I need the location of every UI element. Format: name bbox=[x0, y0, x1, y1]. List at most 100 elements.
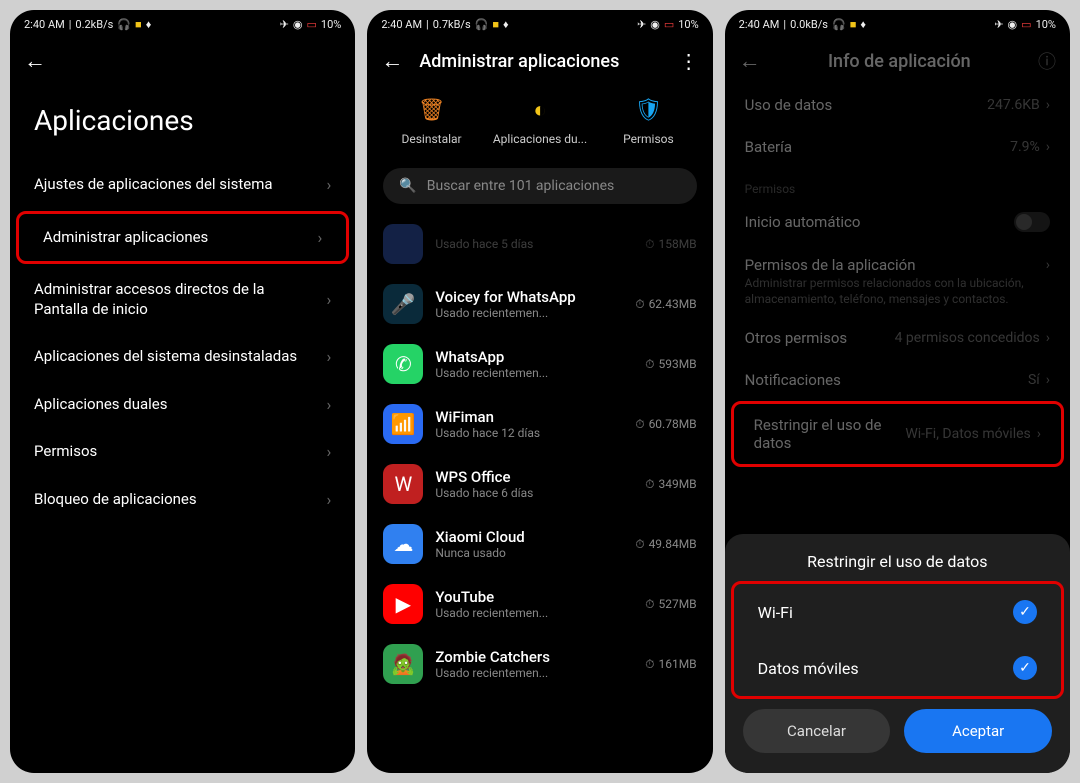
app-size: ⏱ 527MB bbox=[645, 597, 697, 612]
battery-icon: ▭ bbox=[1021, 18, 1031, 31]
airplane-icon: ✈ bbox=[994, 18, 1003, 31]
row-app-permissions[interactable]: Permisos de la aplicación › bbox=[725, 244, 1070, 276]
search-icon: 🔍 bbox=[399, 178, 416, 194]
chevron-right-icon: › bbox=[327, 290, 332, 309]
list-item-permissions[interactable]: Permisos › bbox=[10, 428, 355, 476]
status-speed: 0.2kB/s bbox=[75, 18, 113, 31]
info-icon[interactable]: ⓘ bbox=[1038, 48, 1056, 74]
list-item-uninstalled[interactable]: Aplicaciones del sistema desinstaladas › bbox=[10, 333, 355, 381]
check-icon: ✓ bbox=[1013, 600, 1037, 624]
chevron-right-icon: › bbox=[327, 175, 332, 194]
app-size: ⏱ 593MB bbox=[645, 357, 697, 372]
airplane-icon: ✈ bbox=[280, 18, 289, 31]
highlight-sheet-options: Wi-Fi ✓ Datos móviles ✓ bbox=[731, 581, 1064, 699]
header-title: Info de aplicación bbox=[777, 51, 1022, 72]
app-icon: ☁ bbox=[383, 524, 423, 564]
header: ← Administrar aplicaciones ⋮ bbox=[367, 38, 712, 84]
status-battery: 10% bbox=[678, 18, 698, 31]
row-data-usage[interactable]: Uso de datos 247.6KB › bbox=[725, 84, 1070, 126]
app-size: ⏱ 60.78MB bbox=[635, 417, 696, 432]
phone-screen-3: 2:40 AM | 0.0kB/s 🎧 ■ ♦ ✈ ◉ ▭ 10% ← Info… bbox=[725, 10, 1070, 773]
trash-icon: 🗑 bbox=[418, 96, 446, 124]
chevron-right-icon: › bbox=[318, 228, 323, 247]
accept-button[interactable]: Aceptar bbox=[904, 709, 1052, 753]
list-item-manage-apps[interactable]: Administrar aplicaciones › bbox=[19, 214, 346, 262]
more-icon[interactable]: ⋮ bbox=[679, 49, 699, 73]
status-battery: 10% bbox=[1036, 18, 1056, 31]
dual-icon: ◐ bbox=[526, 96, 554, 124]
check-icon: ✓ bbox=[1013, 656, 1037, 680]
app-list[interactable]: Usado hace 5 días ⏱ 158MB 🎤 Voicey for W… bbox=[367, 214, 712, 773]
status-bar: 2:40 AM | 0.2kB/s 🎧 ■ ♦ ✈ ◉ ▭ 10% bbox=[10, 10, 355, 38]
app-size: ⏱ 161MB bbox=[645, 657, 697, 672]
bottom-sheet: Restringir el uso de datos Wi-Fi ✓ Datos… bbox=[725, 534, 1070, 773]
header-title: Administrar aplicaciones bbox=[419, 51, 662, 72]
row-autostart[interactable]: Inicio automático bbox=[725, 200, 1070, 244]
drop-icon: ♦ bbox=[146, 18, 152, 31]
headphones-icon: 🎧 bbox=[832, 18, 846, 31]
app-row[interactable]: Usado hace 5 días ⏱ 158MB bbox=[367, 214, 712, 274]
row-notifications[interactable]: Notificaciones Sí › bbox=[725, 359, 1070, 401]
page-title: Aplicaciones bbox=[10, 84, 355, 161]
sheet-title: Restringir el uso de datos bbox=[725, 552, 1070, 581]
status-speed: 0.7kB/s bbox=[433, 18, 471, 31]
status-speed: 0.0kB/s bbox=[790, 18, 828, 31]
app-row[interactable]: 📶 WiFiman Usado hace 12 días ⏱ 60.78MB bbox=[367, 394, 712, 454]
section-permissions: Permisos bbox=[725, 168, 1070, 200]
search-placeholder: Buscar entre 101 aplicaciones bbox=[427, 178, 614, 194]
notif-icon: ■ bbox=[850, 18, 857, 31]
headphones-icon: 🎧 bbox=[117, 18, 131, 31]
status-bar: 2:40 AM | 0.7kB/s 🎧 ■ ♦ ✈ ◉ ▭ 10% bbox=[367, 10, 712, 38]
battery-icon: ▭ bbox=[307, 18, 317, 31]
list-item-system-app-settings[interactable]: Ajustes de aplicaciones del sistema › bbox=[10, 161, 355, 209]
app-size: ⏱ 158MB bbox=[645, 237, 697, 252]
sheet-option-mobile[interactable]: Datos móviles ✓ bbox=[734, 640, 1061, 696]
status-time: 2:40 AM bbox=[739, 18, 780, 31]
status-time: 2:40 AM bbox=[24, 18, 65, 31]
notif-icon: ■ bbox=[492, 18, 499, 31]
notif-icon: ■ bbox=[135, 18, 142, 31]
list-item-app-lock[interactable]: Bloqueo de aplicaciones › bbox=[10, 476, 355, 524]
app-row[interactable]: 🧟 Zombie Catchers Usado recientemen... ⏱… bbox=[367, 634, 712, 694]
uninstall-button[interactable]: 🗑 Desinstalar bbox=[382, 96, 482, 146]
header: ← Info de aplicación ⓘ bbox=[725, 38, 1070, 84]
back-icon[interactable]: ← bbox=[381, 48, 403, 74]
status-battery: 10% bbox=[321, 18, 341, 31]
header: ← bbox=[10, 38, 355, 84]
app-size: ⏱ 62.43MB bbox=[635, 297, 696, 312]
app-row[interactable]: W WPS Office Usado hace 6 días ⏱ 349MB bbox=[367, 454, 712, 514]
drop-icon: ♦ bbox=[860, 18, 866, 31]
cancel-button[interactable]: Cancelar bbox=[743, 709, 891, 753]
app-permissions-sub: Administrar permisos relacionados con la… bbox=[725, 276, 1070, 317]
app-icon: ✆ bbox=[383, 344, 423, 384]
list-item-dual-apps[interactable]: Aplicaciones duales › bbox=[10, 381, 355, 429]
highlight-restrict-data: Restringir el uso de datos Wi-Fi, Datos … bbox=[731, 401, 1064, 467]
app-row[interactable]: ✆ WhatsApp Usado recientemen... ⏱ 593MB bbox=[367, 334, 712, 394]
row-other-permissions[interactable]: Otros permisos 4 permisos concedidos › bbox=[725, 317, 1070, 359]
back-icon[interactable]: ← bbox=[739, 48, 761, 74]
phone-screen-2: 2:40 AM | 0.7kB/s 🎧 ■ ♦ ✈ ◉ ▭ 10% ← Admi… bbox=[367, 10, 712, 773]
highlight-manage-apps: Administrar aplicaciones › bbox=[16, 211, 349, 265]
app-row[interactable]: ☁ Xiaomi Cloud Nunca usado ⏱ 49.84MB bbox=[367, 514, 712, 574]
battery-icon: ▭ bbox=[664, 18, 674, 31]
sheet-option-wifi[interactable]: Wi-Fi ✓ bbox=[734, 584, 1061, 640]
app-row[interactable]: ▶ YouTube Usado recientemen... ⏱ 527MB bbox=[367, 574, 712, 634]
search-input[interactable]: 🔍 Buscar entre 101 aplicaciones bbox=[383, 168, 696, 204]
app-icon: W bbox=[383, 464, 423, 504]
row-restrict-data[interactable]: Restringir el uso de datos Wi-Fi, Datos … bbox=[734, 404, 1061, 464]
permissions-button[interactable]: 🛡 Permisos bbox=[598, 96, 698, 146]
dual-apps-button[interactable]: ◐ Aplicaciones du... bbox=[490, 96, 590, 146]
row-battery[interactable]: Batería 7.9% › bbox=[725, 126, 1070, 168]
back-icon[interactable]: ← bbox=[24, 48, 46, 74]
phone-screen-1: 2:40 AM | 0.2kB/s 🎧 ■ ♦ ✈ ◉ ▭ 10% ← Apli… bbox=[10, 10, 355, 773]
toggle-autostart[interactable] bbox=[1014, 212, 1050, 232]
chevron-right-icon: › bbox=[327, 442, 332, 461]
status-time: 2:40 AM bbox=[381, 18, 422, 31]
wifi-icon: ◉ bbox=[1008, 18, 1018, 31]
wifi-icon: ◉ bbox=[650, 18, 660, 31]
app-row[interactable]: 🎤 Voicey for WhatsApp Usado recientemen.… bbox=[367, 274, 712, 334]
list-item-shortcuts[interactable]: Administrar accesos directos de la Panta… bbox=[10, 266, 355, 333]
drop-icon: ♦ bbox=[503, 18, 509, 31]
app-icon bbox=[383, 224, 423, 264]
app-icon: 📶 bbox=[383, 404, 423, 444]
